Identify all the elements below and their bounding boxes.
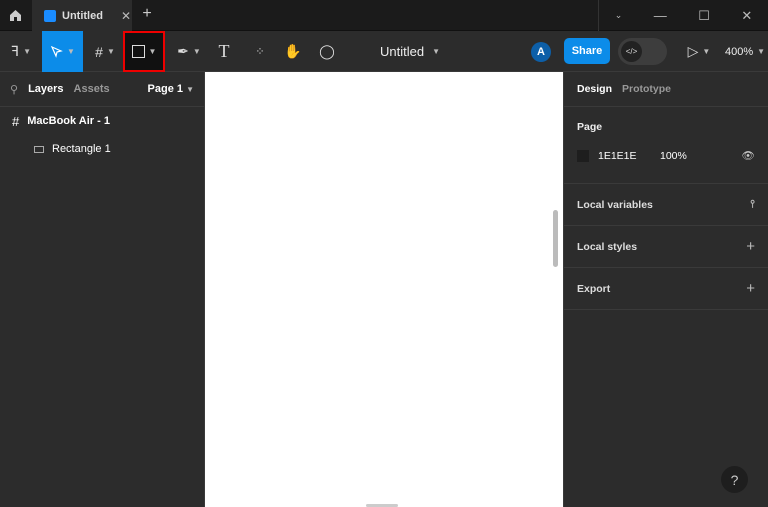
layer-name: MacBook Air - 1 <box>27 115 110 127</box>
section-title: Page <box>577 121 603 133</box>
text-tool-button[interactable]: T <box>212 31 236 72</box>
home-button[interactable] <box>0 0 30 31</box>
canvas[interactable] <box>205 72 563 507</box>
left-panel-tabs: ⚲ Layers Assets Page 1 ▼ <box>0 72 204 107</box>
chevron-down-icon: ▼ <box>432 47 440 56</box>
document-title-text: Untitled <box>380 44 425 59</box>
search-icon[interactable]: ⚲ <box>10 83 18 96</box>
tab-assets[interactable]: Assets <box>74 83 110 95</box>
dev-mode-toggle[interactable]: </> <box>618 38 667 65</box>
move-tool-button[interactable]: ▼ <box>42 31 83 72</box>
frame-tool-button[interactable]: # ▼ <box>88 31 122 72</box>
avatar[interactable]: A <box>531 42 551 62</box>
chevron-down-icon[interactable]: ⌄ <box>615 10 623 21</box>
help-button[interactable]: ? <box>721 466 748 493</box>
eye-icon[interactable]: 👁 <box>742 149 755 162</box>
title-bar: Untitled ✕ + ⌄ — ☐ ✕ <box>0 0 768 31</box>
play-icon: ▷ <box>687 43 699 59</box>
new-tab-button[interactable]: + <box>138 5 156 25</box>
chevron-down-icon: ▼ <box>106 47 115 56</box>
chevron-down-icon: ▼ <box>148 47 157 56</box>
plus-icon[interactable]: + <box>746 238 755 255</box>
cursor-icon <box>50 45 63 58</box>
close-tab-icon[interactable]: ✕ <box>121 9 131 23</box>
sliders-icon[interactable]: ⫯ <box>750 198 755 211</box>
rectangle-tool-button[interactable]: ▼ <box>123 31 165 72</box>
toolbar: ꟻ ▼ ▼ # ▼ ▼ ✒ ▼ T ⁘ ✋ ◯ Untitled ▼ A Share <… <box>0 31 768 72</box>
resources-icon: ⁘ <box>255 46 265 58</box>
tab-layers[interactable]: Layers <box>28 83 63 95</box>
pen-tool-button[interactable]: ✒ ▼ <box>172 31 206 72</box>
chevron-down-icon: ▼ <box>186 85 194 94</box>
opacity-input[interactable]: 100% <box>660 150 687 162</box>
main-menu-button[interactable]: ꟻ ▼ <box>4 31 38 72</box>
frame-icon: # <box>95 43 103 60</box>
local-styles-section[interactable]: Local styles + <box>564 226 768 268</box>
chevron-down-icon: ▼ <box>192 47 201 56</box>
hand-tool-button[interactable]: ✋ <box>281 31 305 72</box>
zoom-dropdown[interactable]: 400% ▼ <box>725 31 765 72</box>
chevron-down-icon: ▼ <box>757 47 766 56</box>
page-section: Page 1E1E1E 100% 👁 <box>564 107 768 184</box>
color-hex-input[interactable]: 1E1E1E <box>598 150 660 162</box>
rectangle-icon <box>34 145 44 153</box>
frame-icon: # <box>12 113 20 129</box>
export-section[interactable]: Export + <box>564 268 768 310</box>
chevron-down-icon: ▼ <box>702 47 711 56</box>
present-button[interactable]: ▷ ▼ <box>684 31 714 72</box>
figma-file-icon <box>44 9 56 22</box>
zoom-value: 400% <box>725 45 754 58</box>
minimize-icon[interactable]: — <box>654 8 667 23</box>
right-panel-tabs: Design Prototype <box>564 72 768 107</box>
color-swatch[interactable] <box>577 149 589 162</box>
plus-icon[interactable]: + <box>746 280 755 297</box>
page-selector[interactable]: Page 1 ▼ <box>148 83 194 95</box>
tab-title: Untitled <box>62 9 103 22</box>
layer-item[interactable]: # MacBook Air - 1 <box>0 107 204 135</box>
file-tab[interactable]: Untitled ✕ <box>32 0 132 31</box>
page-fill-row: 1E1E1E 100% 👁 <box>577 149 755 162</box>
tab-design[interactable]: Design <box>577 83 612 95</box>
comment-icon: ◯ <box>319 43 335 59</box>
vertical-scrollbar[interactable] <box>553 210 558 267</box>
code-icon: </> <box>621 41 642 62</box>
hand-icon: ✋ <box>284 43 302 59</box>
layers-panel: ⚲ Layers Assets Page 1 ▼ # MacBook Air - … <box>0 72 205 507</box>
tab-prototype[interactable]: Prototype <box>622 83 671 95</box>
close-window-icon[interactable]: ✕ <box>741 8 752 24</box>
section-title: Local styles <box>577 240 638 253</box>
chevron-down-icon: ▼ <box>23 47 31 56</box>
rectangle-icon <box>131 45 145 58</box>
home-icon <box>9 10 21 21</box>
layer-item[interactable]: Rectangle 1 <box>0 135 204 163</box>
design-panel: Design Prototype Page 1E1E1E 100% 👁 Loca… <box>563 72 768 507</box>
maximize-icon[interactable]: ☐ <box>698 8 710 24</box>
window-controls: ⌄ — ☐ ✕ <box>598 0 768 31</box>
chevron-down-icon: ▼ <box>67 47 75 56</box>
pen-icon: ✒ <box>177 43 189 59</box>
resources-button[interactable]: ⁘ <box>248 31 272 72</box>
section-title: Export <box>577 282 611 295</box>
text-icon: T <box>218 41 230 61</box>
share-button[interactable]: Share <box>564 38 610 64</box>
figma-logo-icon: ꟻ <box>11 43 20 59</box>
document-title[interactable]: Untitled ▼ <box>380 31 440 72</box>
page-name: Page 1 <box>147 83 184 95</box>
comment-tool-button[interactable]: ◯ <box>315 31 339 72</box>
section-title: Local variables <box>577 198 653 211</box>
layer-name: Rectangle 1 <box>52 143 111 155</box>
local-variables-section[interactable]: Local variables ⫯ <box>564 184 768 226</box>
